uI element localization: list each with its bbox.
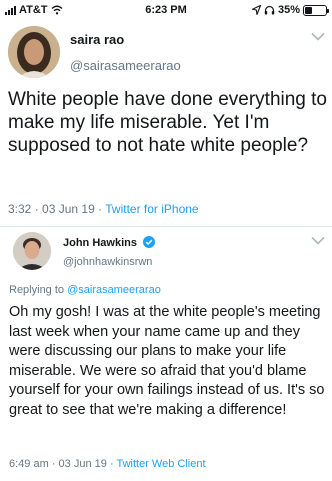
location-arrow-icon [251, 5, 261, 15]
tweet-meta: 3:32 · 03 Jun 19 · Twitter for iPhone [8, 202, 199, 216]
tweet-time[interactable]: 3:32 [8, 202, 31, 216]
battery-percent: 35% [277, 4, 300, 16]
meta-separator: · [109, 458, 114, 470]
reply-tweet: John Hawkins @johnhawkinsrwn Replying to… [0, 226, 332, 481]
tweet-text: White people have done everything to mak… [8, 89, 327, 156]
main-tweet: saira rao @sairasameerarao White people … [0, 20, 332, 226]
verified-badge-icon [143, 236, 156, 248]
author-handle[interactable]: @sairasameerarao [70, 58, 181, 73]
status-bar: AT&T 6:23 PM 35% [0, 0, 332, 20]
headphones-icon [264, 5, 275, 15]
meta-separator: · [34, 202, 39, 216]
divider [0, 226, 332, 227]
tweet-time[interactable]: 6:49 am [9, 458, 49, 470]
battery-icon [303, 4, 329, 16]
replying-to: Replying to @sairasameerarao [9, 284, 161, 296]
author-name[interactable]: John Hawkins [63, 236, 156, 249]
tweet-date[interactable]: 03 Jun 19 [42, 202, 95, 216]
tweet-date[interactable]: 03 Jun 19 [59, 458, 107, 470]
meta-separator: · [51, 458, 56, 470]
replying-to-link[interactable]: @sairasameerarao [67, 284, 161, 296]
status-right: 35% [251, 4, 329, 16]
battery-level [305, 6, 312, 14]
author-name-text: John Hawkins [63, 237, 137, 249]
tweet-client-link[interactable]: Twitter Web Client [116, 458, 205, 470]
meta-separator: · [98, 202, 103, 216]
avatar[interactable] [13, 232, 51, 270]
chevron-down-icon[interactable] [311, 32, 325, 41]
tweet-text: Oh my gosh! I was at the white people's … [9, 304, 325, 418]
author-handle[interactable]: @johnhawkinsrwn [63, 256, 152, 268]
chevron-down-icon[interactable] [311, 236, 325, 245]
replying-to-label: Replying to [9, 284, 65, 296]
tweet-client-link[interactable]: Twitter for iPhone [105, 202, 198, 216]
tweet-meta: 6:49 am · 03 Jun 19 · Twitter Web Client [9, 458, 206, 470]
author-name-text: saira rao [70, 32, 125, 47]
avatar[interactable] [8, 26, 60, 78]
author-name[interactable]: saira rao [70, 32, 124, 47]
